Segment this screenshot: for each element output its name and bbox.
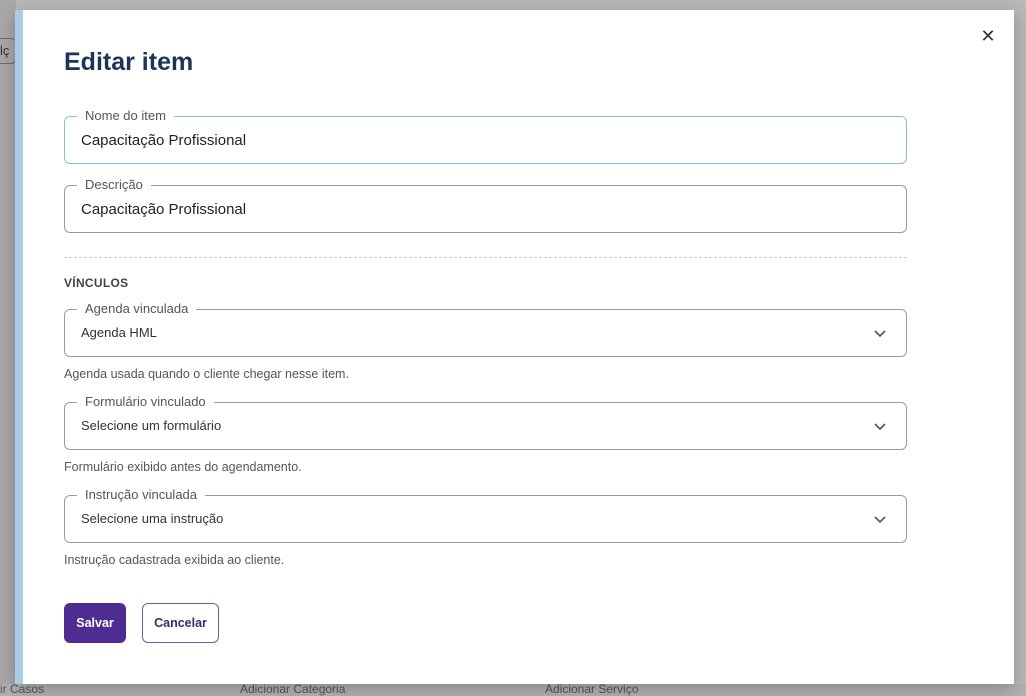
description-field[interactable]: Descrição [64, 177, 907, 233]
item-name-field[interactable]: Nome do item [64, 108, 907, 164]
close-icon: ✕ [980, 26, 996, 46]
agenda-helper-text: Agenda usada quando o cliente chegar nes… [64, 367, 349, 381]
agenda-select[interactable]: Agenda vinculada Agenda HML [64, 301, 907, 357]
cancel-button[interactable]: Cancelar [142, 603, 219, 643]
agenda-select-value: Agenda HML [81, 325, 157, 340]
form-select-value: Selecione um formulário [81, 418, 222, 433]
background-bottom-mid-text: Adicionar Categoria [240, 682, 346, 696]
background-left-edge [0, 0, 16, 696]
instruction-helper-text: Instrução cadastrada exibida ao cliente. [64, 553, 285, 567]
section-divider [64, 257, 907, 258]
background-bottom-right-text: Adicionar Serviço [545, 682, 639, 696]
edit-item-modal: ✕ Editar item Nome do item Descrição VÍN… [15, 10, 1014, 684]
form-select[interactable]: Formulário vinculado Selecione um formul… [64, 394, 907, 450]
background-bottom-left-text: ir Casos [0, 682, 45, 696]
form-helper-text: Formulário exibido antes do agendamento. [64, 460, 302, 474]
save-button[interactable]: Salvar [64, 603, 126, 643]
chevron-down-icon [874, 330, 886, 338]
close-button[interactable]: ✕ [978, 26, 998, 46]
item-name-input[interactable] [81, 117, 866, 163]
links-section-label: VÍNCULOS [64, 276, 129, 290]
background-fragment-text: lç [0, 43, 10, 58]
description-input[interactable] [81, 186, 866, 232]
chevron-down-icon [874, 423, 886, 431]
modal-title: Editar item [64, 48, 194, 76]
instruction-select[interactable]: Instrução vinculada Selecione uma instru… [64, 487, 907, 543]
chevron-down-icon [874, 516, 886, 524]
instruction-select-value: Selecione uma instrução [81, 511, 224, 526]
background-bottom-bar: ir Casos Adicionar Categoria Adicionar S… [0, 682, 1026, 696]
